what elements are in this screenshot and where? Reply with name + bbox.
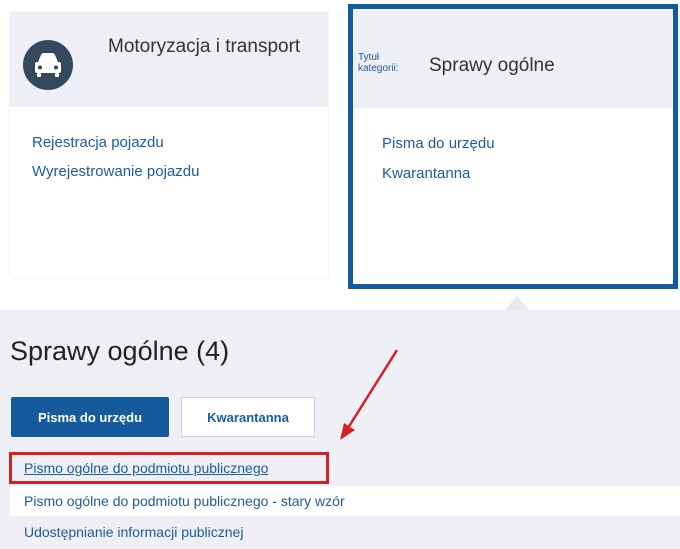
car-icon (23, 40, 73, 90)
category-title[interactable]: Sprawy ogólne (429, 55, 555, 77)
category-card-sprawy-ogolne[interactable]: Tytuł kategorii: Sprawy ogólne Pisma do … (348, 4, 678, 289)
annotation-arrow-icon (340, 349, 399, 440)
tab-pisma-do-urzedu[interactable]: Pisma do urzędu (11, 397, 169, 437)
highlight-box (9, 452, 329, 484)
link-wyrejestrowanie-pojazdu[interactable]: Wyrejestrowanie pojazdu (32, 163, 199, 180)
list-item[interactable]: Udostępnianie informacji publicznej (10, 517, 680, 547)
link-pisma-do-urzedu[interactable]: Pisma do urzędu (382, 135, 495, 152)
category-card-motoryzacja[interactable]: Motoryzacja i transport Rejestracja poja… (10, 12, 328, 278)
link-kwarantanna[interactable]: Kwarantanna (382, 165, 470, 182)
category-card-header: Motoryzacja i transport (10, 12, 328, 107)
selection-pointer (505, 296, 529, 310)
tab-kwarantanna[interactable]: Kwarantanna (181, 397, 315, 437)
section-title: Sprawy ogólne (4) (10, 336, 230, 366)
category-card-header: Tytuł kategorii: Sprawy ogólne (353, 9, 673, 108)
category-title[interactable]: Motoryzacja i transport (108, 34, 308, 60)
category-title-label: Tytuł kategorii: (358, 52, 399, 74)
link-rejestracja-pojazdu[interactable]: Rejestracja pojazdu (32, 134, 164, 151)
list-item[interactable]: Pismo ogólne do podmiotu publicznego - s… (10, 486, 680, 516)
